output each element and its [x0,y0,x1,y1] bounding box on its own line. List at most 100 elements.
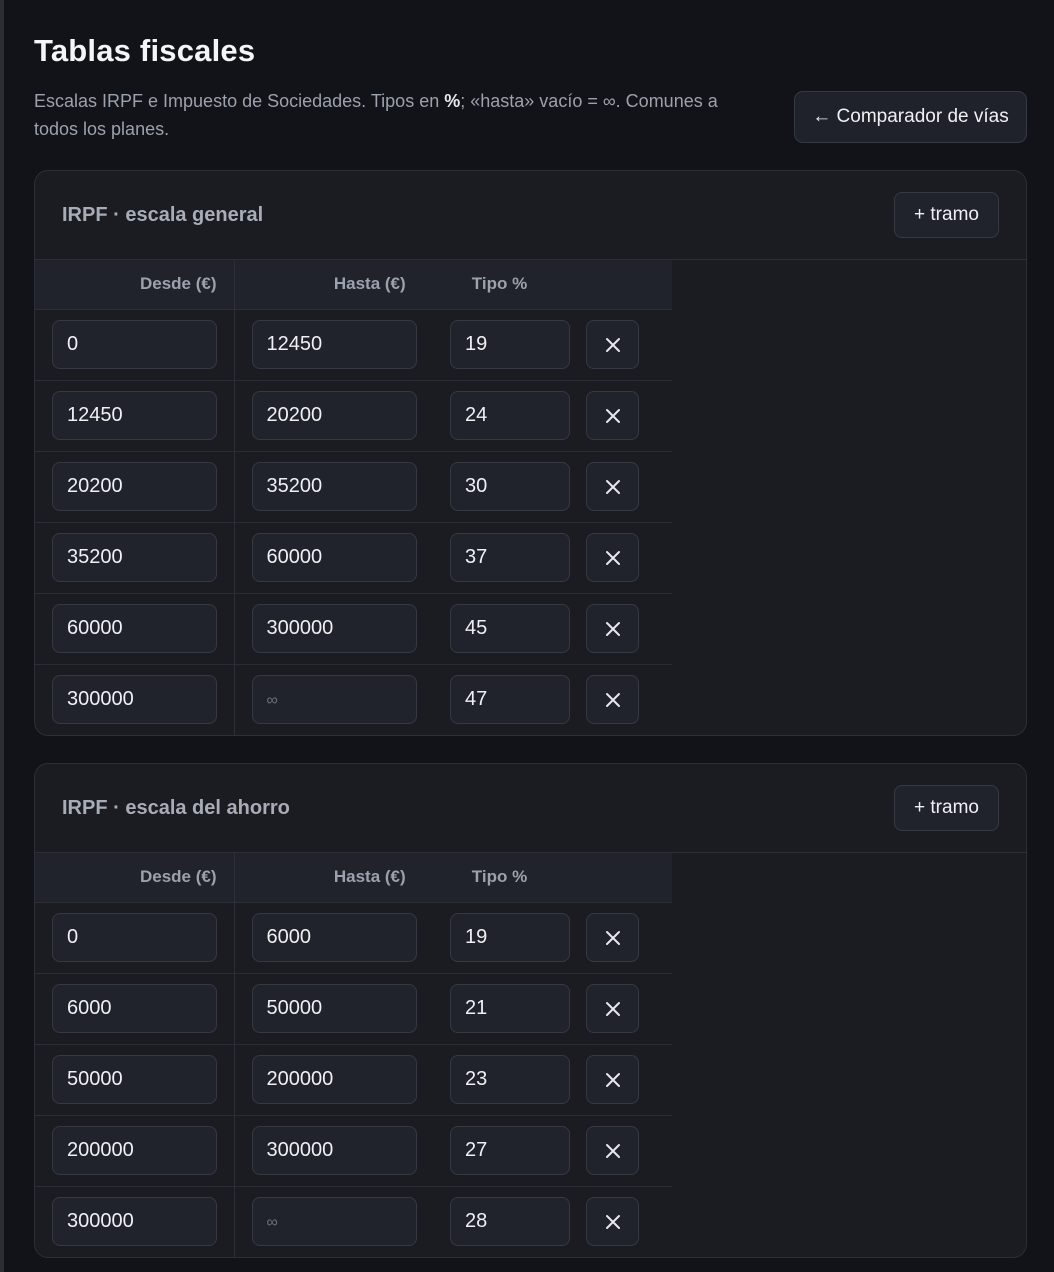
table-cell [450,593,586,665]
table-cell [234,309,450,381]
table-cell [35,1044,235,1116]
delete-bracket-button[interactable] [586,1055,639,1104]
delete-bracket-button[interactable] [586,320,639,369]
hasta-input[interactable] [251,984,417,1033]
column-header-desde: Desde (€) [35,853,235,903]
hasta-input[interactable] [251,391,417,440]
close-icon [606,338,620,352]
table-cell [450,1186,586,1257]
brackets-table: Desde (€) Hasta (€) Tipo % [35,853,672,1257]
table-cell [586,664,672,735]
hasta-input[interactable] [251,675,417,725]
desde-input[interactable] [52,391,217,440]
add-bracket-button[interactable]: + tramo [894,785,999,831]
delete-bracket-button[interactable] [586,1126,639,1175]
table-row [35,451,672,523]
desde-input[interactable] [52,984,217,1033]
table-cell [234,593,450,665]
desde-input[interactable] [52,1055,217,1104]
table-cell [586,1115,672,1187]
desde-input[interactable] [52,462,217,511]
table-cell [586,902,672,974]
table-cell [586,973,672,1045]
desde-input[interactable] [52,913,217,962]
hasta-input[interactable] [251,462,417,511]
table-header-row: Desde (€) Hasta (€) Tipo % [35,260,672,310]
desde-input[interactable] [52,604,217,653]
card-header: IRPF · escala general + tramo [35,171,1026,260]
close-icon [606,551,620,565]
hasta-input[interactable] [251,320,417,369]
hasta-input[interactable] [251,913,417,962]
delete-bracket-button[interactable] [586,604,639,653]
close-icon [606,693,620,708]
close-icon [606,931,620,945]
back-to-comparator-button[interactable]: ← Comparador de vías [794,91,1027,143]
tipo-input[interactable] [450,913,570,962]
table-cell [234,522,450,594]
table-cell [35,380,235,452]
hasta-input[interactable] [251,604,417,653]
tipo-input[interactable] [450,462,570,511]
tipo-input[interactable] [450,1197,570,1247]
table-cell [586,1044,672,1116]
hasta-input[interactable] [251,533,417,582]
page: Tablas fiscales Escalas IRPF e Impuesto … [34,0,1027,1258]
tax-table-card: IRPF · escala general + tramo Desde (€) Has… [34,170,1027,736]
table-row [35,902,672,974]
delete-bracket-button[interactable] [586,391,639,440]
tipo-input[interactable] [450,391,570,440]
table-cell [586,309,672,381]
column-header-tipo: Tipo % [450,853,586,903]
tipo-input[interactable] [450,675,570,725]
desde-input[interactable] [52,533,217,582]
table-cell [35,522,235,594]
delete-bracket-button[interactable] [586,533,639,582]
table-row [35,1044,672,1116]
table-cell [234,451,450,523]
table-cell [586,1186,672,1257]
desde-input[interactable] [52,1197,217,1247]
table-cell [234,1044,450,1116]
tipo-input[interactable] [450,1126,570,1175]
table-cell [234,1186,450,1257]
desde-input[interactable] [52,675,217,725]
table-cell [35,1115,235,1187]
table-row [35,973,672,1045]
table-cell [35,593,235,665]
table-cell [35,902,235,974]
delete-bracket-button[interactable] [586,984,639,1033]
table-cell [450,1115,586,1187]
delete-bracket-button[interactable] [586,1197,639,1247]
close-icon [606,622,620,636]
table-cell [450,522,586,594]
hasta-input[interactable] [251,1126,417,1175]
add-bracket-button[interactable]: + tramo [894,192,999,238]
table-row [35,522,672,594]
delete-bracket-button[interactable] [586,675,639,725]
table-cell [450,309,586,381]
table-row [35,380,672,452]
delete-bracket-button[interactable] [586,913,639,962]
delete-bracket-button[interactable] [586,462,639,511]
tipo-input[interactable] [450,604,570,653]
close-icon [606,480,620,494]
table-cell [35,309,235,381]
table-cell [234,973,450,1045]
desde-input[interactable] [52,1126,217,1175]
desde-input[interactable] [52,320,217,369]
window-edge [0,0,4,1272]
tipo-input[interactable] [450,533,570,582]
hasta-input[interactable] [251,1197,417,1247]
table-cell [234,1115,450,1187]
hasta-input[interactable] [251,1055,417,1104]
column-header-hasta: Hasta (€) [234,853,450,903]
table-cell [450,1044,586,1116]
close-icon [606,1144,620,1158]
table-cell [234,902,450,974]
table-cell [586,593,672,665]
subtitle-bold: % [444,91,461,111]
tipo-input[interactable] [450,1055,570,1104]
tipo-input[interactable] [450,984,570,1033]
tipo-input[interactable] [450,320,570,369]
